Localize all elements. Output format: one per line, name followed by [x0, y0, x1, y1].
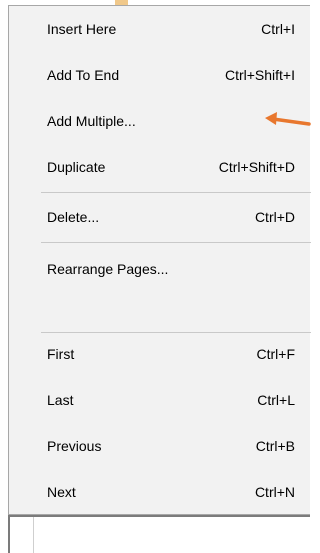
menu-item-add-to-end[interactable]: Add To End Ctrl+Shift+I	[9, 52, 311, 98]
menu-item-shortcut: Ctrl+Shift+I	[224, 67, 295, 83]
bottom-panel-left-border	[8, 515, 10, 553]
bottom-panel	[0, 515, 310, 553]
menu-item-label: Add Multiple...	[47, 113, 136, 129]
menu-item-shortcut: Ctrl+I	[261, 21, 295, 37]
menu-item-label: Insert Here	[47, 21, 117, 37]
menu-item-shortcut: Ctrl+D	[254, 209, 295, 225]
menu-item-shortcut: Ctrl+F	[256, 346, 296, 362]
menu-item-label: Last	[47, 392, 74, 408]
menu-item-delete[interactable]: Delete... Ctrl+D	[9, 194, 311, 240]
menu-item-last[interactable]: Last Ctrl+L	[9, 377, 311, 423]
bottom-panel-inner-divider	[33, 517, 34, 553]
bottom-panel-top-border	[8, 515, 310, 517]
context-menu: Insert Here Ctrl+I Add To End Ctrl+Shift…	[8, 5, 311, 515]
menu-item-label: Duplicate	[47, 159, 106, 175]
menu-item-label: Delete...	[47, 209, 100, 225]
orange-arrow-annotation-icon	[265, 112, 311, 126]
menu-item-shortcut: Ctrl+N	[254, 484, 295, 500]
menu-item-label: Add To End	[47, 67, 120, 83]
menu-separator	[41, 242, 311, 243]
menu-item-label: Rearrange Pages...	[47, 261, 169, 277]
menu-item-duplicate[interactable]: Duplicate Ctrl+Shift+D	[9, 144, 311, 190]
menu-item-rearrange-pages[interactable]: Rearrange Pages...	[9, 246, 311, 292]
menu-item-label: Previous	[47, 438, 102, 454]
menu-item-shortcut: Ctrl+B	[255, 438, 295, 454]
menu-item-previous[interactable]: Previous Ctrl+B	[9, 423, 311, 469]
menu-item-insert-here[interactable]: Insert Here Ctrl+I	[9, 6, 311, 52]
menu-item-label: First	[47, 346, 75, 362]
menu-item-shortcut: Ctrl+L	[257, 392, 295, 408]
screenshot-stage: Insert Here Ctrl+I Add To End Ctrl+Shift…	[0, 0, 311, 553]
menu-item-next[interactable]: Next Ctrl+N	[9, 469, 311, 515]
menu-item-shortcut: Ctrl+Shift+D	[218, 159, 295, 175]
menu-separator	[41, 192, 311, 193]
menu-item-first[interactable]: First Ctrl+F	[9, 331, 311, 377]
menu-item-label: Next	[47, 484, 76, 500]
